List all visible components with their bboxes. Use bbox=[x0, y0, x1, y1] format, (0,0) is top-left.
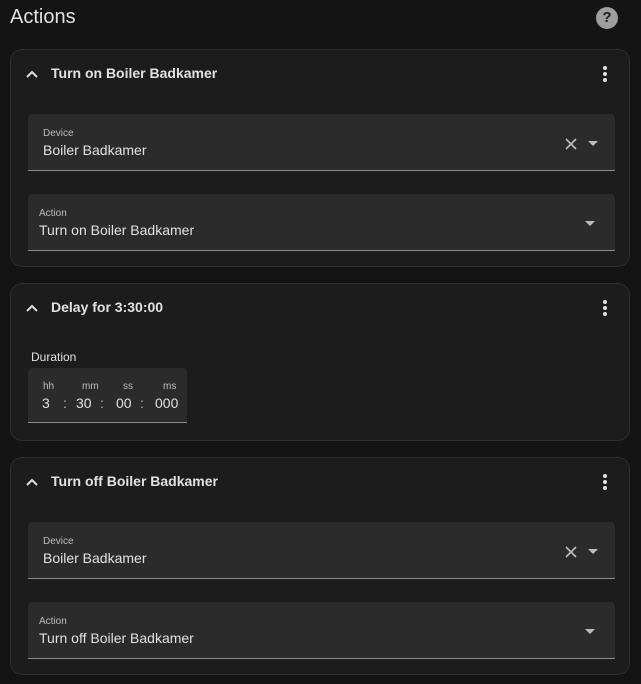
seconds-label: ss bbox=[123, 381, 133, 392]
device-select[interactable]: Device Boiler Badkamer bbox=[28, 114, 615, 171]
action-select[interactable]: Action Turn off Boiler Badkamer bbox=[28, 602, 615, 659]
hours-input[interactable]: 3 bbox=[42, 395, 50, 411]
milliseconds-input[interactable]: 000 bbox=[155, 395, 178, 411]
chevron-up-icon[interactable] bbox=[25, 301, 39, 315]
hours-label: hh bbox=[43, 381, 55, 392]
more-vert-icon[interactable] bbox=[597, 64, 613, 84]
help-circle-icon[interactable]: ? bbox=[596, 7, 618, 29]
time-separator: : bbox=[63, 395, 67, 411]
device-value: Boiler Badkamer bbox=[43, 142, 147, 158]
duration-input[interactable]: hh 3 : mm 30 : ss 00 : ms 000 bbox=[28, 368, 187, 423]
chevron-up-icon[interactable] bbox=[25, 67, 39, 81]
dropdown-arrow-icon[interactable] bbox=[585, 629, 595, 634]
time-separator: : bbox=[140, 395, 144, 411]
action-card-title: Turn off Boiler Badkamer bbox=[51, 473, 218, 489]
actions-header: Actions ? bbox=[0, 0, 641, 40]
actions-page: Actions ? Turn on Boiler Badkamer Device… bbox=[0, 0, 641, 684]
minutes-input[interactable]: 30 bbox=[76, 395, 92, 411]
action-card-turn-on: Turn on Boiler Badkamer Device Boiler Ba… bbox=[10, 49, 630, 267]
action-value: Turn off Boiler Badkamer bbox=[39, 630, 194, 646]
more-vert-icon[interactable] bbox=[597, 472, 613, 492]
clear-icon[interactable] bbox=[563, 136, 579, 152]
action-label: Action bbox=[39, 616, 67, 627]
action-card-header[interactable]: Turn off Boiler Badkamer bbox=[11, 458, 629, 506]
device-value: Boiler Badkamer bbox=[43, 550, 147, 566]
device-label: Device bbox=[43, 536, 74, 547]
seconds-input[interactable]: 00 bbox=[116, 395, 132, 411]
action-card-title: Delay for 3:30:00 bbox=[51, 299, 164, 315]
action-card-turn-off: Turn off Boiler Badkamer Device Boiler B… bbox=[10, 457, 630, 675]
time-separator: : bbox=[100, 395, 104, 411]
milliseconds-label: ms bbox=[163, 381, 177, 392]
more-vert-icon[interactable] bbox=[597, 298, 613, 318]
action-select[interactable]: Action Turn on Boiler Badkamer bbox=[28, 194, 615, 251]
dropdown-arrow-icon[interactable] bbox=[588, 549, 598, 554]
dropdown-arrow-icon[interactable] bbox=[588, 141, 598, 146]
device-select[interactable]: Device Boiler Badkamer bbox=[28, 522, 615, 579]
minutes-label: mm bbox=[82, 381, 99, 392]
chevron-up-icon[interactable] bbox=[25, 475, 39, 489]
action-value: Turn on Boiler Badkamer bbox=[39, 222, 195, 238]
action-card-header[interactable]: Turn on Boiler Badkamer bbox=[11, 50, 629, 98]
page-title: Actions bbox=[10, 6, 76, 28]
clear-icon[interactable] bbox=[563, 544, 579, 560]
dropdown-arrow-icon[interactable] bbox=[585, 221, 595, 226]
action-card-header[interactable]: Delay for 3:30:00 bbox=[11, 284, 629, 332]
device-label: Device bbox=[43, 128, 74, 139]
action-card-title: Turn on Boiler Badkamer bbox=[51, 65, 218, 81]
action-label: Action bbox=[39, 208, 67, 219]
duration-label: Duration bbox=[31, 350, 77, 364]
action-card-delay: Delay for 3:30:00 Duration hh 3 : mm 30 … bbox=[10, 283, 630, 441]
